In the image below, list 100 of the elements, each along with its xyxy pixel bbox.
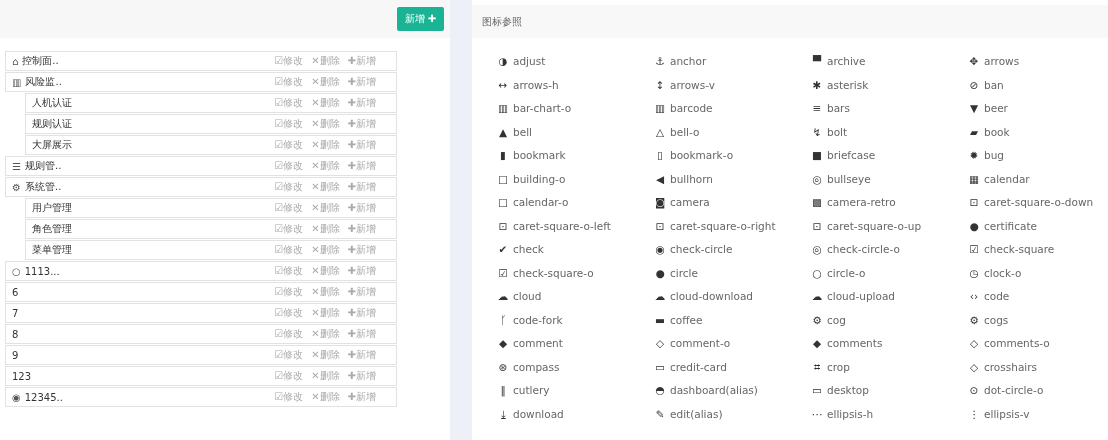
- symbol-icon: ▮: [497, 146, 509, 166]
- action-link[interactable]: ✚新增: [347, 159, 376, 173]
- action-link[interactable]: ✕删除: [311, 306, 340, 320]
- icon-name: bug: [984, 148, 1004, 163]
- action-link[interactable]: ✕删除: [311, 117, 340, 131]
- symbol-icon: ◷: [968, 263, 980, 283]
- symbol-icon: ⚙: [811, 310, 823, 330]
- action-link[interactable]: ☑修改: [274, 264, 304, 278]
- symbol-icon: ✱: [811, 75, 823, 95]
- symbol-icon: □: [497, 193, 509, 213]
- menu-row[interactable]: ⚙ 系统管.. ☑修改 ✕删除 ✚新增: [5, 177, 397, 197]
- symbol-icon: ▥: [12, 76, 22, 88]
- action-link[interactable]: ✕删除: [311, 243, 340, 257]
- action-link[interactable]: ✚新增: [347, 285, 376, 299]
- menu-row[interactable]: 用户管理 ☑修改 ✕删除 ✚新增: [25, 198, 397, 218]
- action-link[interactable]: ✕删除: [311, 159, 340, 173]
- action-link[interactable]: ☑修改: [274, 369, 304, 383]
- action-link[interactable]: ☑修改: [274, 96, 304, 110]
- action-link[interactable]: ☑修改: [274, 243, 304, 257]
- action-link[interactable]: ✚新增: [347, 75, 376, 89]
- action-link[interactable]: ☑修改: [274, 222, 304, 236]
- menu-row[interactable]: 123 ☑修改 ✕删除 ✚新增: [5, 366, 397, 386]
- action-link[interactable]: ✕删除: [311, 96, 340, 110]
- symbol-icon: ‖: [497, 381, 509, 401]
- action-link[interactable]: ✚新增: [347, 96, 376, 110]
- action-link[interactable]: ✚新增: [347, 117, 376, 131]
- menu-row[interactable]: 8 ☑修改 ✕删除 ✚新增: [5, 324, 397, 344]
- icon-name: desktop: [827, 383, 869, 398]
- icon-name: coffee: [670, 312, 703, 328]
- symbol-icon: ○: [811, 263, 823, 283]
- menu-row[interactable]: ▥ 风险监.. ☑修改 ✕删除 ✚新增: [5, 72, 397, 92]
- menu-row[interactable]: 6 ☑修改 ✕删除 ✚新增: [5, 282, 397, 302]
- symbol-icon: ↯: [811, 122, 823, 142]
- action-link[interactable]: ☑修改: [274, 54, 304, 68]
- action-link[interactable]: ✕删除: [311, 180, 340, 194]
- action-link[interactable]: ✚新增: [347, 348, 376, 362]
- action-link[interactable]: ☑修改: [274, 75, 304, 89]
- action-link[interactable]: ☑修改: [274, 285, 304, 299]
- symbol-icon: ⋮: [968, 404, 980, 424]
- menu-label: 7: [12, 307, 19, 319]
- action-link[interactable]: ✚新增: [347, 222, 376, 236]
- menu-row[interactable]: ⌂ 控制面.. ☑修改 ✕删除 ✚新增: [5, 51, 397, 71]
- menu-row[interactable]: 大屏展示 ☑修改 ✕删除 ✚新增: [25, 135, 397, 155]
- action-link[interactable]: ✚新增: [347, 180, 376, 194]
- action-link[interactable]: ☑修改: [274, 159, 304, 173]
- icon-name: crosshairs: [984, 359, 1038, 375]
- action-link[interactable]: ☑修改: [274, 201, 304, 215]
- action-link[interactable]: ✕删除: [311, 327, 340, 341]
- action-link[interactable]: ✚新增: [347, 327, 376, 341]
- symbol-icon: ▰: [968, 122, 980, 142]
- symbol-icon: ☰: [12, 160, 21, 172]
- action-link[interactable]: ✕删除: [311, 390, 340, 404]
- icon-name: dot-circle-o: [984, 383, 1044, 398]
- action-link[interactable]: ✚新增: [347, 390, 376, 404]
- menu-row[interactable]: 人机认证 ☑修改 ✕删除 ✚新增: [25, 93, 397, 113]
- menu-row[interactable]: 7 ☑修改 ✕删除 ✚新增: [5, 303, 397, 323]
- action-link[interactable]: ✚新增: [347, 369, 376, 383]
- menu-row[interactable]: 角色管理 ☑修改 ✕删除 ✚新增: [25, 219, 397, 239]
- action-link[interactable]: ✚新增: [347, 243, 376, 257]
- add-button[interactable]: 新增 ✚: [396, 7, 445, 31]
- action-link[interactable]: ✚新增: [347, 306, 376, 320]
- icon-name: bell: [513, 124, 532, 140]
- icon-name: circle: [670, 265, 698, 281]
- menu-row[interactable]: ◉ 12345.. ☑修改 ✕删除 ✚新增: [5, 387, 397, 407]
- symbol-icon: ◉: [654, 240, 666, 260]
- menu-row[interactable]: 规则认证 ☑修改 ✕删除 ✚新增: [25, 114, 397, 134]
- action-link[interactable]: ✚新增: [347, 138, 376, 152]
- symbol-icon: ◇: [654, 334, 666, 354]
- action-link[interactable]: ☑修改: [274, 390, 304, 404]
- symbol-icon: ✎: [654, 404, 666, 424]
- symbol-icon: ↔: [497, 75, 509, 95]
- action-link[interactable]: ☑修改: [274, 138, 304, 152]
- symbol-icon: ▥: [497, 99, 509, 119]
- symbol-icon: ☁: [497, 287, 509, 307]
- action-link[interactable]: ✚新增: [347, 201, 376, 215]
- action-link[interactable]: ✕删除: [311, 138, 340, 152]
- action-link[interactable]: ✕删除: [311, 348, 340, 362]
- action-link[interactable]: ✕删除: [311, 222, 340, 236]
- menu-label: 角色管理: [32, 222, 72, 236]
- icon-name: caret-square-o-down: [984, 195, 1094, 210]
- menu-row[interactable]: 菜单管理 ☑修改 ✕删除 ✚新增: [25, 240, 397, 260]
- menu-row[interactable]: ○ 1113... ☑修改 ✕删除 ✚新增: [5, 261, 397, 281]
- icon-name: book: [984, 124, 1010, 140]
- action-link[interactable]: ☑修改: [274, 117, 304, 131]
- action-link[interactable]: ✕删除: [311, 75, 340, 89]
- action-link[interactable]: ✕删除: [311, 264, 340, 278]
- action-link[interactable]: ☑修改: [274, 327, 304, 341]
- menu-row[interactable]: ☰ 规则管.. ☑修改 ✕删除 ✚新增: [5, 156, 397, 176]
- icon-name: credit-card: [670, 359, 727, 375]
- action-link[interactable]: ☑修改: [274, 180, 304, 194]
- action-link[interactable]: ☑修改: [274, 348, 304, 362]
- action-link[interactable]: ✕删除: [311, 201, 340, 215]
- action-link[interactable]: ✕删除: [311, 54, 340, 68]
- action-link[interactable]: ✚新增: [347, 264, 376, 278]
- action-link[interactable]: ✕删除: [311, 285, 340, 299]
- menu-row[interactable]: 9 ☑修改 ✕删除 ✚新增: [5, 345, 397, 365]
- action-link[interactable]: ✚新增: [347, 54, 376, 68]
- menu-label: 规则管..: [24, 159, 62, 173]
- action-link[interactable]: ☑修改: [274, 306, 304, 320]
- action-link[interactable]: ✕删除: [311, 369, 340, 383]
